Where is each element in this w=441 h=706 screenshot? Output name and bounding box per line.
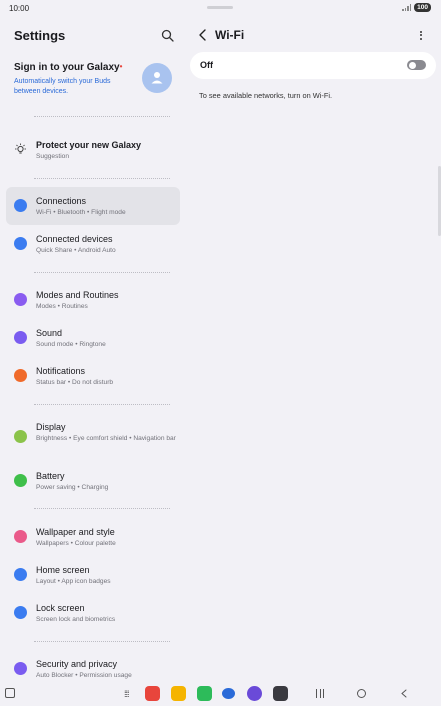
wifi-hint-text: To see available networks, turn on Wi-Fi… bbox=[199, 91, 333, 100]
status-icons: 100 bbox=[402, 3, 431, 12]
item-title: Wallpaper and style bbox=[36, 527, 115, 537]
battery-icon: 100 bbox=[414, 3, 431, 12]
item-subtitle: Sound mode • Ringtone bbox=[36, 341, 106, 348]
divider bbox=[34, 508, 170, 509]
sidebar-item-display[interactable]: Display Brightness • Eye comfort shield … bbox=[6, 413, 180, 461]
bell-icon bbox=[14, 369, 27, 382]
home-icon bbox=[14, 568, 27, 581]
sidebar-item-sound[interactable]: Sound Sound mode • Ringtone bbox=[6, 319, 180, 357]
account-title-text: Sign in to your Galaxy bbox=[14, 62, 120, 73]
sidebar-item-lock-screen[interactable]: Lock screen Screen lock and biometrics bbox=[6, 594, 180, 632]
item-subtitle: Wallpapers • Colour palette bbox=[36, 540, 116, 547]
navigation-bar: ⁞⁞⁞ bbox=[0, 685, 441, 706]
home-button-icon[interactable] bbox=[357, 689, 366, 698]
person-icon bbox=[151, 72, 163, 84]
item-subtitle: Layout • App icon badges bbox=[36, 578, 111, 585]
app-icon-camera[interactable] bbox=[273, 686, 288, 701]
switch-label: Off bbox=[200, 60, 213, 70]
app-icon-folder[interactable] bbox=[171, 686, 186, 701]
item-title: Security and privacy bbox=[36, 659, 118, 669]
avatar[interactable] bbox=[142, 63, 172, 93]
sound-icon bbox=[14, 331, 27, 344]
back-arrow-icon[interactable] bbox=[197, 28, 209, 42]
drag-handle[interactable] bbox=[207, 6, 233, 9]
divider bbox=[34, 178, 170, 179]
toggle-knob bbox=[408, 61, 416, 69]
suggestion-item[interactable]: Protect your new Galaxy Suggestion bbox=[6, 131, 180, 169]
page-title: Wi-Fi bbox=[215, 28, 245, 42]
more-options-icon[interactable] bbox=[418, 29, 424, 41]
shield-icon bbox=[14, 662, 27, 675]
item-title: Notifications bbox=[36, 366, 86, 376]
suggestion-title: Protect your new Galaxy bbox=[36, 140, 142, 150]
sidebar-item-wallpaper[interactable]: Wallpaper and style Wallpapers • Colour … bbox=[6, 518, 180, 556]
modes-icon bbox=[14, 293, 27, 306]
item-title: Modes and Routines bbox=[36, 290, 119, 300]
notification-dot: • bbox=[119, 62, 123, 71]
wifi-toggle[interactable] bbox=[407, 60, 426, 70]
app-icon-messages[interactable] bbox=[222, 688, 235, 699]
nav-back-icon[interactable] bbox=[400, 689, 408, 698]
sidebar-item-modes-routines[interactable]: Modes and Routines Modes • Routines bbox=[6, 281, 180, 319]
sidebar-item-connections[interactable]: Connections Wi-Fi • Bluetooth • Flight m… bbox=[6, 187, 180, 225]
item-subtitle: Auto Blocker • Permission usage bbox=[36, 672, 132, 679]
search-icon[interactable] bbox=[161, 29, 174, 42]
app-icon-phone[interactable] bbox=[197, 686, 212, 701]
lock-icon bbox=[14, 606, 27, 619]
item-title: Connections bbox=[36, 196, 87, 206]
page-title: Settings bbox=[14, 28, 66, 43]
palette-icon bbox=[14, 530, 27, 543]
sidebar-item-battery[interactable]: Battery Power saving • Charging bbox=[6, 462, 180, 500]
brightness-icon bbox=[14, 430, 27, 443]
wifi-master-switch[interactable]: Off bbox=[190, 52, 436, 79]
item-subtitle: Screen lock and biometrics bbox=[36, 616, 116, 623]
lightbulb-icon bbox=[15, 143, 26, 154]
battery-setting-icon bbox=[14, 474, 27, 487]
apps-grid-icon[interactable]: ⁞⁞⁞ bbox=[124, 690, 134, 699]
divider bbox=[34, 116, 170, 117]
wifi-icon bbox=[14, 199, 27, 212]
item-subtitle: Brightness • Eye comfort shield • Naviga… bbox=[36, 435, 176, 442]
recents-icon[interactable] bbox=[316, 689, 324, 698]
sidebar-item-connected-devices[interactable]: Connected devices Quick Share • Android … bbox=[6, 225, 180, 263]
sidebar-item-notifications[interactable]: Notifications Status bar • Do not distur… bbox=[6, 357, 180, 395]
divider bbox=[34, 404, 170, 405]
sidebar-item-security-privacy[interactable]: Security and privacy Auto Blocker • Perm… bbox=[6, 650, 180, 688]
suggestion-subtitle: Suggestion bbox=[36, 153, 69, 160]
settings-panel: Settings Sign in to your Galaxy• Automat… bbox=[0, 16, 186, 686]
item-subtitle: Wi-Fi • Bluetooth • Flight mode bbox=[36, 209, 126, 216]
item-title: Lock screen bbox=[36, 603, 85, 613]
sidebar-item-home-screen[interactable]: Home screen Layout • App icon badges bbox=[6, 556, 180, 594]
item-subtitle: Quick Share • Android Auto bbox=[36, 247, 116, 254]
item-title: Sound bbox=[36, 328, 63, 338]
status-bar: 10:00 100 bbox=[0, 0, 441, 16]
account-subtitle: Automatically switch your Buds between d… bbox=[14, 78, 111, 95]
item-subtitle: Status bar • Do not disturb bbox=[36, 379, 114, 386]
wifi-panel: Wi-Fi Off To see available networks, tur… bbox=[186, 16, 441, 686]
divider bbox=[34, 272, 170, 273]
item-title: Home screen bbox=[36, 565, 90, 575]
status-time: 10:00 bbox=[9, 4, 30, 13]
devices-icon bbox=[14, 237, 27, 250]
account-title: Sign in to your Galaxy• bbox=[14, 62, 122, 73]
app-icon-red[interactable] bbox=[145, 686, 160, 701]
item-subtitle: Modes • Routines bbox=[36, 303, 88, 310]
item-title: Battery bbox=[36, 471, 65, 481]
item-subtitle: Power saving • Charging bbox=[36, 484, 109, 491]
item-title: Display bbox=[36, 422, 66, 432]
item-title: Connected devices bbox=[36, 234, 113, 244]
app-icon-browser[interactable] bbox=[247, 686, 262, 701]
divider bbox=[34, 641, 170, 642]
signal-icon bbox=[402, 4, 412, 11]
keyboard-icon[interactable] bbox=[5, 688, 15, 698]
